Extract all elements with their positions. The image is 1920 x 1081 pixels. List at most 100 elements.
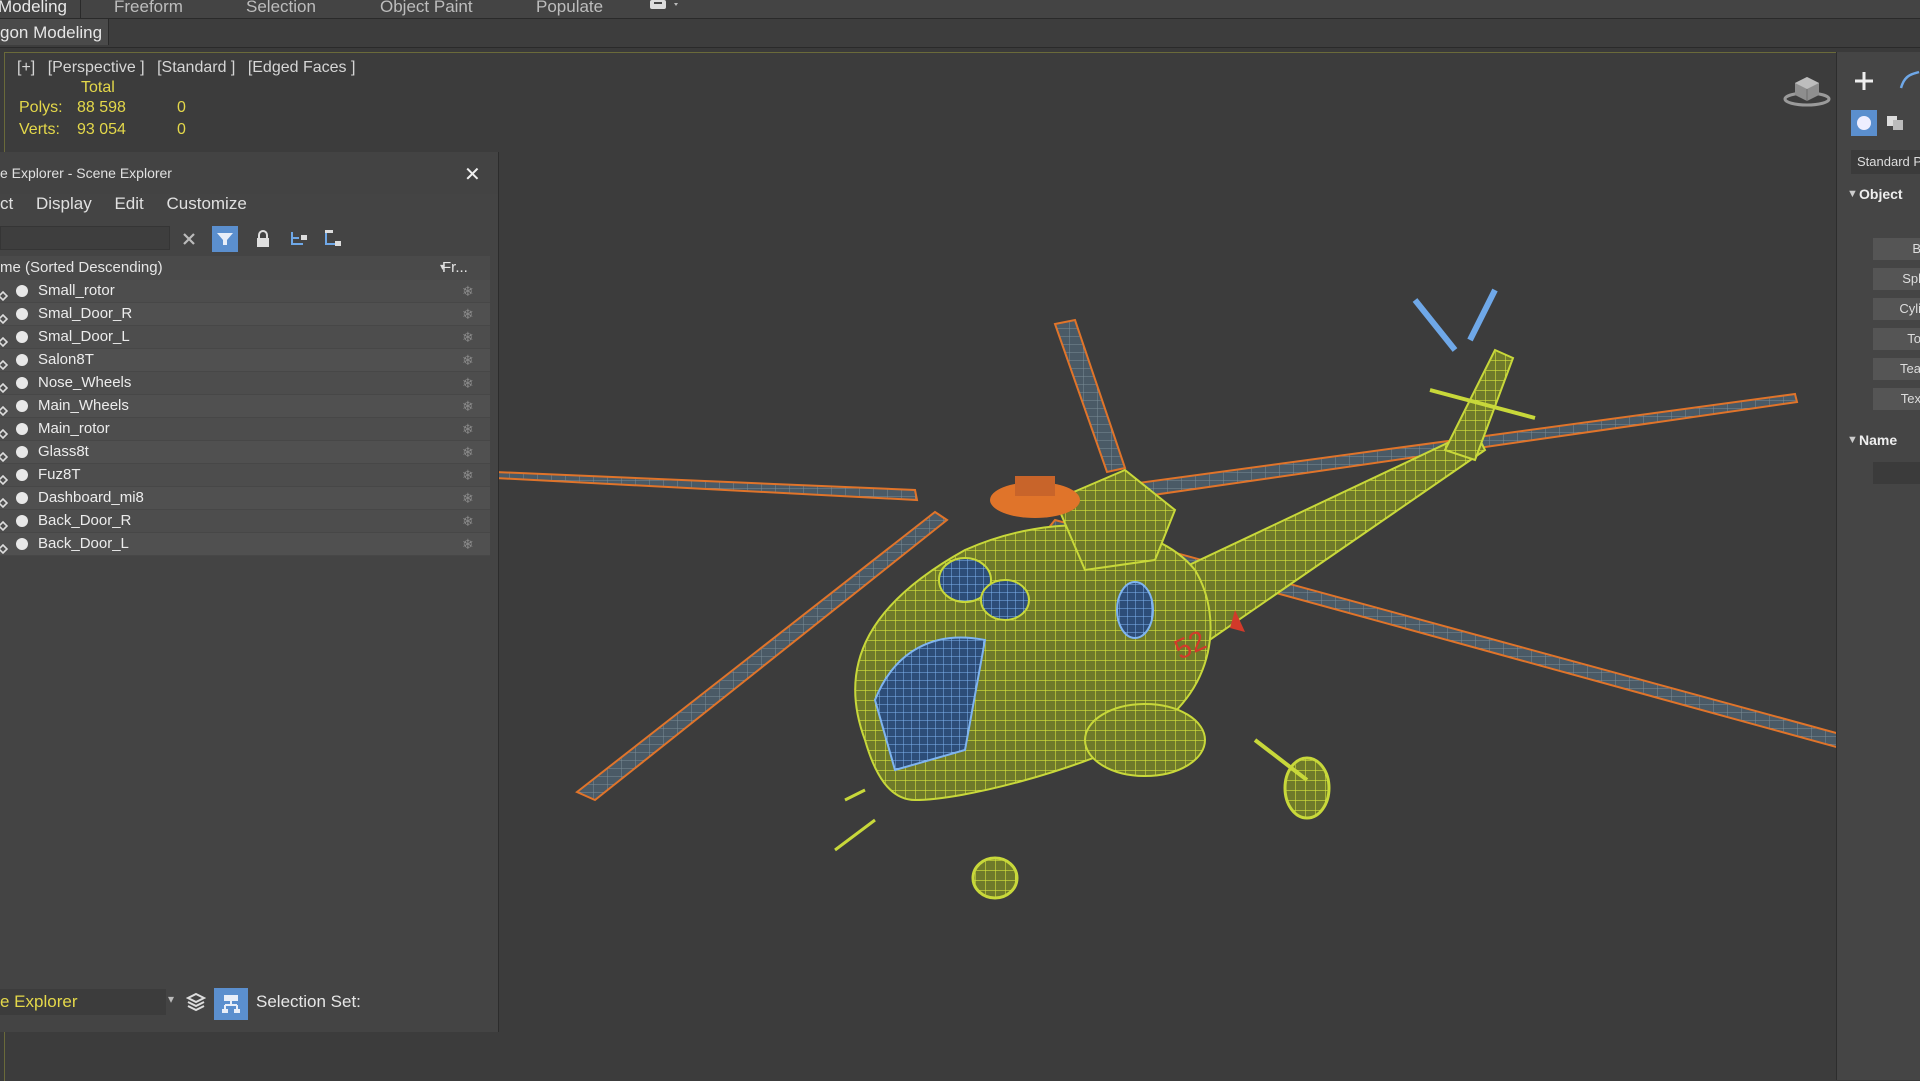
freeze-toggle-icon[interactable]: ❄ xyxy=(462,303,474,325)
lock-icon[interactable] xyxy=(250,226,276,252)
modify-tab-icon[interactable] xyxy=(1897,70,1920,97)
geometry-icon[interactable] xyxy=(1851,110,1877,136)
ribbon-panel-bar: gon Modeling xyxy=(0,19,1920,48)
object-name: Glass8t xyxy=(38,443,89,460)
freeze-toggle-icon[interactable]: ❄ xyxy=(462,372,474,394)
list-item[interactable]: Fuz8T ❄ xyxy=(0,464,490,487)
collapse-object-type-icon[interactable]: ▼ xyxy=(1847,188,1858,200)
list-item[interactable]: Back_Door_R ❄ xyxy=(0,510,490,533)
frozen-column-header[interactable]: Fr... xyxy=(442,256,468,280)
tab-object-paint[interactable]: Object Paint xyxy=(380,0,473,17)
tab-selection[interactable]: Selection xyxy=(246,0,316,17)
freeze-toggle-icon[interactable]: ❄ xyxy=(462,395,474,417)
visibility-eye-icon[interactable] xyxy=(0,424,9,440)
sphere-button[interactable]: Spl xyxy=(1873,268,1920,290)
scene-explorer-title[interactable]: e Explorer - Scene Explorer xyxy=(0,152,498,194)
visibility-eye-icon[interactable] xyxy=(0,447,9,463)
visibility-eye-icon[interactable] xyxy=(0,516,9,532)
freeze-toggle-icon[interactable]: ❄ xyxy=(462,441,474,463)
visibility-eye-icon[interactable] xyxy=(0,286,9,302)
box-button[interactable]: B xyxy=(1873,238,1920,260)
freeze-toggle-icon[interactable]: ❄ xyxy=(462,280,474,302)
list-item[interactable]: Small_rotor ❄ xyxy=(0,280,490,303)
cylinder-button[interactable]: Cyli xyxy=(1873,298,1920,320)
viewport-menu-plus[interactable]: [+] xyxy=(17,59,35,76)
clear-search-icon[interactable] xyxy=(176,226,202,252)
visibility-eye-icon[interactable] xyxy=(0,470,9,486)
tab-modeling[interactable]: Modeling xyxy=(0,0,67,17)
viewport-pov-label[interactable]: [Perspective ] xyxy=(48,59,145,76)
list-item[interactable]: Smal_Door_R ❄ xyxy=(0,303,490,326)
list-item[interactable]: Dashboard_mi8 ❄ xyxy=(0,487,490,510)
menu-select[interactable]: ct xyxy=(0,194,13,213)
list-item[interactable]: Nose_Wheels ❄ xyxy=(0,372,490,395)
visibility-eye-icon[interactable] xyxy=(0,493,9,509)
filter-icon[interactable] xyxy=(212,226,238,252)
freeze-toggle-icon[interactable]: ❄ xyxy=(462,418,474,440)
search-input[interactable] xyxy=(0,226,170,250)
menu-display[interactable]: Display xyxy=(36,194,92,213)
collapse-name-section-icon[interactable]: ▼ xyxy=(1847,434,1858,446)
viewcube-icon[interactable] xyxy=(1783,71,1831,107)
ribbon-options-icon[interactable] xyxy=(648,0,678,14)
tab-freeform[interactable]: Freeform xyxy=(114,0,183,17)
teapot-button[interactable]: Tea xyxy=(1873,358,1920,380)
layers-icon[interactable] xyxy=(185,992,207,1017)
object-name-field[interactable] xyxy=(1873,462,1920,484)
object-category-dropdown[interactable]: Standard P xyxy=(1851,150,1920,174)
freeze-toggle-icon[interactable]: ❄ xyxy=(462,533,474,555)
viewport-label[interactable]: [+] [Perspective ] [Standard ] [Edged Fa… xyxy=(17,59,363,77)
list-item[interactable]: Main_Wheels ❄ xyxy=(0,395,490,418)
list-item[interactable]: Back_Door_L ❄ xyxy=(0,533,490,556)
menu-edit[interactable]: Edit xyxy=(114,194,143,213)
create-tab-icon[interactable] xyxy=(1853,70,1875,97)
command-panel: Standard P ▼ Object B Spl Cyli To Tea Te… xyxy=(1836,52,1920,1080)
chevron-down-icon[interactable]: ▾ xyxy=(168,992,174,1006)
hierarchy-collapse-icon[interactable] xyxy=(320,226,346,252)
visibility-eye-icon[interactable] xyxy=(0,401,9,417)
torus-button[interactable]: To xyxy=(1873,328,1920,350)
visibility-eye-icon[interactable] xyxy=(0,332,9,348)
list-item[interactable]: Smal_Door_L ❄ xyxy=(0,326,490,349)
shapes-icon[interactable] xyxy=(1885,114,1905,137)
object-type-icon xyxy=(16,400,28,412)
freeze-toggle-icon[interactable]: ❄ xyxy=(462,349,474,371)
helicopter-wireframe-model[interactable]: 52 xyxy=(495,280,1840,920)
name-and-color-section[interactable]: Name xyxy=(1859,432,1897,448)
hierarchy-view-icon[interactable] xyxy=(214,988,248,1020)
fuselage: 52 xyxy=(854,468,1245,802)
viewport-shading-label[interactable]: [Standard ] xyxy=(157,59,235,76)
menu-customize[interactable]: Customize xyxy=(166,194,246,213)
object-type-section[interactable]: Object xyxy=(1859,186,1903,202)
visibility-eye-icon[interactable] xyxy=(0,539,9,555)
viewport-display-label[interactable]: [Edged Faces ] xyxy=(248,59,356,76)
list-item[interactable]: Glass8t ❄ xyxy=(0,441,490,464)
object-type-icon xyxy=(16,423,28,435)
visibility-eye-icon[interactable] xyxy=(0,309,9,325)
tab-populate[interactable]: Populate xyxy=(536,0,603,17)
freeze-toggle-icon[interactable]: ❄ xyxy=(462,510,474,532)
explorer-mode-dropdown[interactable]: e Explorer xyxy=(0,989,166,1015)
freeze-toggle-icon[interactable]: ❄ xyxy=(462,326,474,348)
rotor-hub xyxy=(990,476,1080,518)
column-header[interactable]: me (Sorted Descending) Fr... ▾ xyxy=(0,256,490,280)
freeze-toggle-icon[interactable]: ❄ xyxy=(462,464,474,486)
close-icon[interactable]: ✕ xyxy=(464,162,481,187)
polygon-modeling-tab[interactable]: gon Modeling xyxy=(0,19,110,45)
stats-polys-value: 88 598 xyxy=(77,99,126,116)
name-column-header[interactable]: me (Sorted Descending) xyxy=(0,259,163,276)
list-item[interactable]: Main_rotor ❄ xyxy=(0,418,490,441)
object-type-icon xyxy=(16,469,28,481)
freeze-toggle-icon[interactable]: ❄ xyxy=(462,487,474,509)
object-name: Small_rotor xyxy=(38,282,115,299)
scene-explorer-title-text: e Explorer - Scene Explorer xyxy=(0,165,172,181)
ribbon: Modeling Freeform Selection Object Paint… xyxy=(0,0,1920,19)
hierarchy-expand-icon[interactable] xyxy=(286,226,312,252)
list-item[interactable]: Salon8T ❄ xyxy=(0,349,490,372)
object-type-icon xyxy=(16,285,28,297)
visibility-eye-icon[interactable] xyxy=(0,378,9,394)
object-type-icon xyxy=(16,308,28,320)
textplus-button[interactable]: Tex xyxy=(1873,388,1920,410)
visibility-eye-icon[interactable] xyxy=(0,355,9,371)
object-name: Back_Door_R xyxy=(38,512,132,529)
